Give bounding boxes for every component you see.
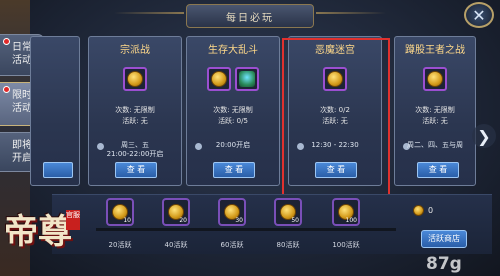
reward-amount: 10 [123,217,131,224]
activity-reward-chest[interactable]: 20 [162,198,190,226]
notification-badge [3,86,10,93]
reward-threshold-label: 100活跃 [332,241,360,249]
activity-info: 次数: 无限制 活跃: 0/5 [187,105,279,127]
coin-icon [427,71,443,87]
activity-info: 次数: 无限制 活跃: 无 [395,105,475,127]
reward-slot[interactable] [123,67,147,91]
reward-icons [89,67,181,91]
reward-icons [187,67,279,91]
coin-icon [413,205,424,216]
reward-threshold-label: 80活跃 [276,241,300,249]
reward-amount: 30 [235,217,243,224]
activity-name: 蹲股王者之战 [405,45,465,56]
coin-amount: 0 [428,206,434,215]
gem-icon [239,71,255,87]
activity-reward-chest[interactable]: 100 [332,198,360,226]
activity-card[interactable]: 宗派战 次数: 无限制 活跃: 无 周三、五 21:00-22:00开启 查 看 [88,36,182,186]
reward-amount: 50 [291,217,299,224]
close-x-icon: ✕ [472,5,486,25]
view-button[interactable]: 查 看 [213,162,255,178]
time-line: 周三、五 [121,141,149,149]
active-label: 活跃: 无 [422,117,448,125]
time-line: 21:00-22:00开启 [106,150,164,158]
reward-amount: 100 [345,217,357,224]
time-line: 周二、四、五与周 [407,141,463,149]
view-button[interactable]: 查 看 [417,162,459,178]
view-button[interactable]: 查 看 [115,162,157,178]
logo-text: 帝尊 [4,212,72,252]
view-button[interactable] [43,162,73,178]
time-line: 20:00开启 [215,141,251,149]
reward-slot[interactable] [423,67,447,91]
title-decoration [114,12,184,14]
reward-amount: 20 [179,217,187,224]
activity-name: 生存大乱斗 [208,45,258,56]
reward-slot[interactable] [207,67,231,91]
activity-card[interactable]: 蹲股王者之战 次数: 无限制 活跃: 无 周二、四、五与周 查 看 [394,36,476,186]
open-time: 周三、五 21:00-22:00开启 [89,141,181,159]
activity-reward-chest[interactable]: 30 [218,198,246,226]
activity-coin-balance: 0 [413,205,433,216]
logo-seal: 官服 [66,210,80,230]
activity-card[interactable]: 生存大乱斗 次数: 无限制 活跃: 0/5 20:00开启 查 看 [186,36,280,186]
reward-threshold-label: 40活跃 [164,241,188,249]
coin-icon [211,71,227,87]
game-logo: 帝尊 官服 [0,198,112,276]
highlight-frame [282,38,390,198]
times-label: 次数: 无限制 [213,106,253,114]
notification-badge [3,38,10,45]
active-label: 活跃: 无 [122,117,148,125]
reward-icons [395,67,475,91]
activity-name: 宗派战 [120,45,150,56]
active-label: 活跃: 0/5 [218,117,248,125]
activity-shop-button[interactable]: 活跃商店 [421,230,467,248]
activity-progress-track [96,228,396,231]
open-time: 周二、四、五与周 [395,141,475,150]
title-decoration [316,12,386,14]
activity-reward-chest[interactable]: 50 [274,198,302,226]
chevron-right-icon: ❯ [477,126,491,146]
times-label: 次数: 无限制 [415,106,455,114]
coin-icon [127,71,143,87]
open-time: 20:00开启 [187,141,279,150]
activity-info: 次数: 无限制 活跃: 无 [89,105,181,127]
times-label: 次数: 无限制 [115,106,155,114]
activity-card-partial[interactable] [30,36,80,186]
close-button[interactable]: ✕ [464,2,494,28]
window-title: 每日必玩 [186,4,314,28]
next-page-button[interactable]: ❯ [472,124,496,148]
game-window: 每日必玩 ✕ 日常 活动 限时 活动 即将 开启 宗派战 次数: 无限制 活跃:… [0,0,500,276]
reward-slot[interactable] [235,67,259,91]
site-watermark: 87g [426,254,462,274]
reward-threshold-label: 60活跃 [220,241,244,249]
